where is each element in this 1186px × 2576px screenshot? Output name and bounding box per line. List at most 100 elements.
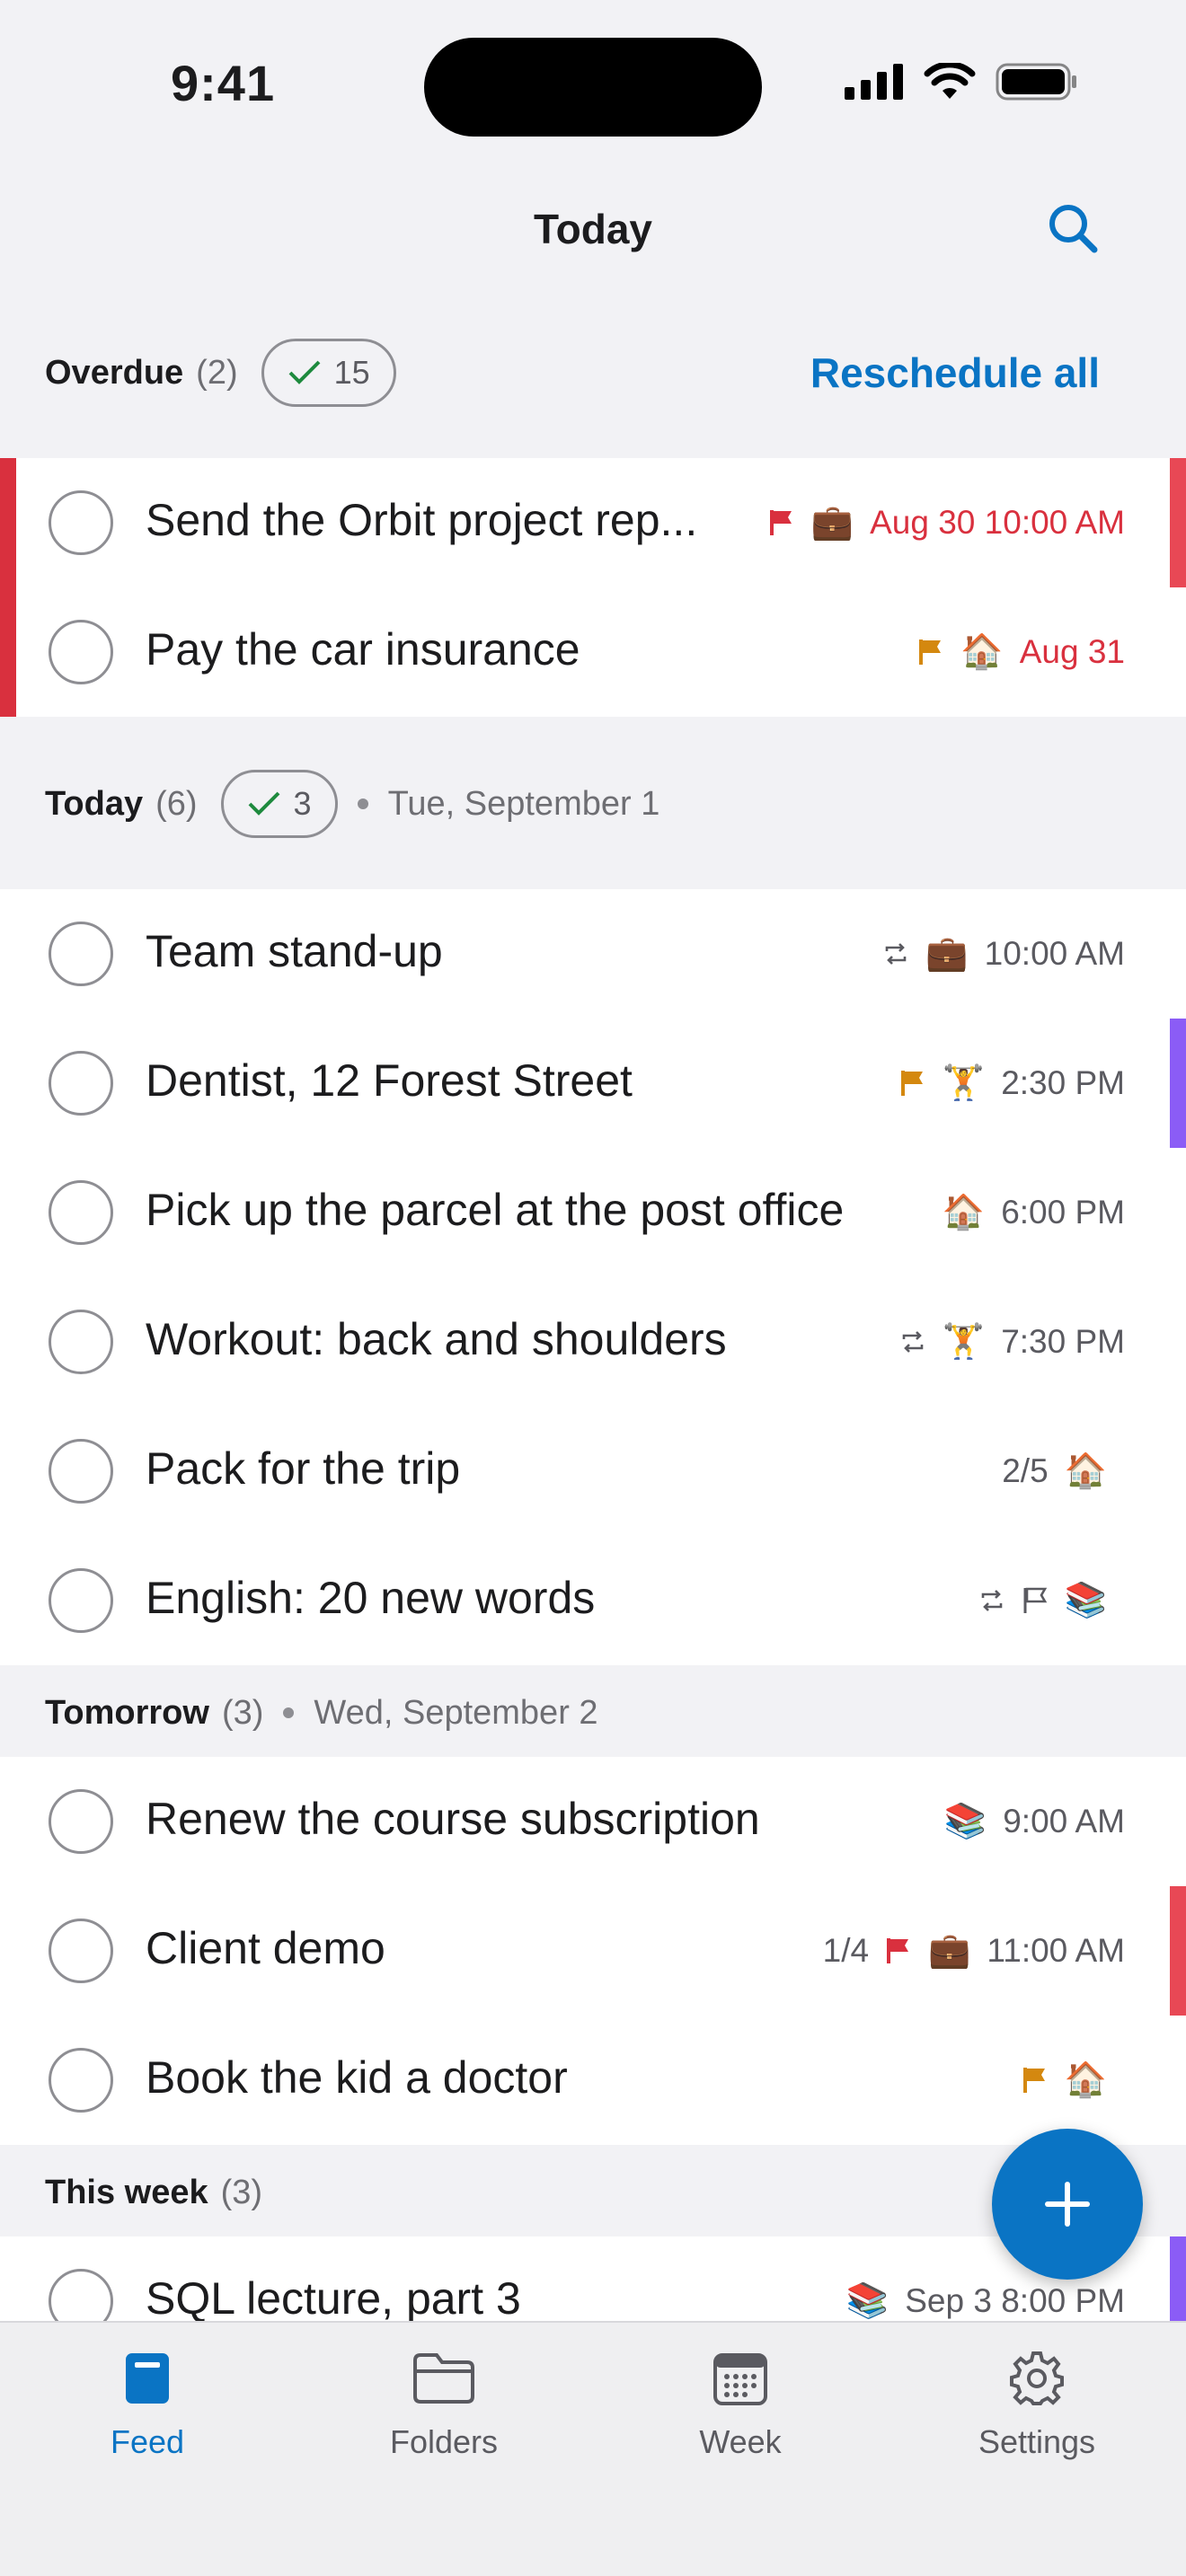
task-meta: 1/4 💼 11:00 AM <box>823 1920 1125 1981</box>
tab-label: Folders <box>389 2423 499 2460</box>
books-icon: 📚 <box>1064 1582 1107 1619</box>
task-checkbox[interactable] <box>49 1789 113 1854</box>
repeat-icon <box>978 1587 1005 1614</box>
tomorrow-list: Renew the course subscription 📚 9:00 AM … <box>0 1757 1186 2145</box>
list-item[interactable]: Client demo 1/4 💼 11:00 AM <box>0 1886 1186 2016</box>
orange-flag-icon <box>1022 2066 1049 2095</box>
list-item[interactable]: Renew the course subscription 📚 9:00 AM <box>0 1757 1186 1886</box>
tab-bar: Feed Folders Week Settings <box>0 2321 1186 2576</box>
task-title: Pick up the parcel at the post office <box>146 1185 845 1235</box>
folder-icon <box>413 2353 474 2404</box>
task-due: 10:00 AM <box>984 935 1125 972</box>
tab-label: Settings <box>978 2423 1096 2460</box>
orange-flag-icon <box>899 1069 926 1098</box>
repeat-icon <box>899 1328 926 1355</box>
list-item[interactable]: Workout: back and shoulders 🏋 7:30 PM <box>0 1277 1186 1407</box>
task-due: Aug 31 <box>1019 633 1125 670</box>
section-date: Wed, September 2 <box>314 1693 598 1732</box>
subtask-progress: 1/4 <box>822 1932 870 1969</box>
check-icon <box>248 791 279 816</box>
task-meta: 🏠 <box>1022 2050 1107 2111</box>
task-checkbox[interactable] <box>49 2269 113 2321</box>
task-due: Sep 3 8:00 PM <box>905 2282 1125 2319</box>
task-due: 7:30 PM <box>1001 1323 1125 1360</box>
task-checkbox[interactable] <box>49 1180 113 1245</box>
completed-count: 3 <box>293 785 312 822</box>
section-title: Tomorrow <box>45 1693 209 1732</box>
task-meta: 📚 Sep 3 8:00 PM <box>846 2271 1125 2321</box>
search-button[interactable] <box>1042 198 1105 260</box>
separator-dot <box>283 1707 295 1718</box>
repeat-icon <box>882 940 909 967</box>
check-icon <box>288 360 321 384</box>
task-checkbox[interactable] <box>49 1919 113 1983</box>
task-title: Pack for the trip <box>146 1443 461 1494</box>
task-meta: 🏋 7:30 PM <box>899 1311 1125 1372</box>
task-checkbox[interactable] <box>49 1439 113 1504</box>
task-due: 6:00 PM <box>1001 1194 1125 1231</box>
tab-folders[interactable]: Folders <box>327 2350 561 2461</box>
task-title: Workout: back and shoulders <box>146 1314 727 1364</box>
house-icon: 🏠 <box>1064 1452 1107 1490</box>
tab-feed[interactable]: Feed <box>31 2350 264 2461</box>
status-bar: 9:41 <box>0 0 1186 171</box>
completed-chip[interactable]: 15 <box>261 339 396 407</box>
task-title: Dentist, 12 Forest Street <box>146 1055 633 1106</box>
status-time: 9:41 <box>171 55 276 111</box>
task-meta: 💼 Aug 30 10:00 AM <box>768 492 1125 553</box>
task-meta: 🏋 2:30 PM <box>899 1053 1125 1114</box>
task-checkbox[interactable] <box>49 922 113 986</box>
list-item[interactable]: English: 20 new words 📚 <box>0 1536 1186 1665</box>
task-checkbox[interactable] <box>49 1568 113 1633</box>
task-due: 11:00 AM <box>987 1932 1125 1969</box>
task-checkbox[interactable] <box>49 1310 113 1374</box>
separator-dot <box>357 798 368 809</box>
tab-week[interactable]: Week <box>624 2350 857 2461</box>
task-meta: 📚 9:00 AM <box>944 1791 1125 1852</box>
section-count: (3) <box>221 1693 264 1732</box>
purple-accent <box>1170 1019 1186 1148</box>
tab-label: Feed <box>110 2423 185 2460</box>
task-checkbox[interactable] <box>49 620 113 684</box>
tab-settings[interactable]: Settings <box>920 2350 1154 2461</box>
list-item[interactable]: Dentist, 12 Forest Street 🏋 2:30 PM <box>0 1019 1186 1148</box>
task-title: Team stand-up <box>146 926 443 976</box>
section-count: (6) <box>155 784 198 823</box>
task-due: Aug 30 10:00 AM <box>870 504 1125 541</box>
list-item[interactable]: Pay the car insurance 🏠 Aug 31 <box>0 587 1186 717</box>
section-title: Today <box>45 784 144 823</box>
section-count: (3) <box>220 2173 263 2211</box>
section-title: This week <box>45 2173 208 2211</box>
page-title: Today <box>533 206 653 252</box>
list-item[interactable]: Pick up the parcel at the post office 🏠 … <box>0 1148 1186 1277</box>
reschedule-all-button[interactable]: Reschedule all <box>810 348 1100 397</box>
task-checkbox[interactable] <box>49 490 113 555</box>
add-task-button[interactable] <box>992 2129 1143 2280</box>
red-accent <box>1170 1886 1186 2016</box>
tab-label: Week <box>699 2423 782 2460</box>
calendar-icon <box>713 2353 767 2405</box>
task-meta: 🏠 6:00 PM <box>943 1182 1125 1243</box>
battery-icon <box>996 63 1076 101</box>
list-item[interactable]: Send the Orbit project rep... 💼 Aug 30 1… <box>0 458 1186 587</box>
list-item[interactable]: Team stand-up 💼 10:00 AM <box>0 889 1186 1019</box>
gear-icon <box>1010 2351 1064 2405</box>
task-meta: 📚 <box>978 1570 1107 1631</box>
list-item[interactable]: Pack for the trip 2/5 🏠 <box>0 1407 1186 1536</box>
task-title: Book the kid a doctor <box>146 2052 568 2103</box>
feed-icon <box>126 2353 169 2404</box>
completed-chip[interactable]: 3 <box>220 770 338 838</box>
task-meta: 2/5 🏠 <box>1002 1441 1107 1502</box>
weightlifter-icon: 🏋 <box>942 1323 986 1361</box>
dynamic-island <box>424 38 762 137</box>
subtask-progress: 2/5 <box>1002 1452 1049 1489</box>
task-title: SQL lecture, part 3 <box>146 2273 521 2321</box>
search-icon <box>1049 205 1098 253</box>
list-item[interactable]: Book the kid a doctor 🏠 <box>0 2016 1186 2145</box>
task-checkbox[interactable] <box>49 2048 113 2113</box>
section-header-overdue: Overdue (2) 15 Reschedule all <box>0 332 1186 413</box>
task-meta: 🏠 Aug 31 <box>917 622 1125 683</box>
task-checkbox[interactable] <box>49 1051 113 1116</box>
status-icons <box>845 63 1078 101</box>
outline-flag-icon <box>1022 1586 1049 1615</box>
